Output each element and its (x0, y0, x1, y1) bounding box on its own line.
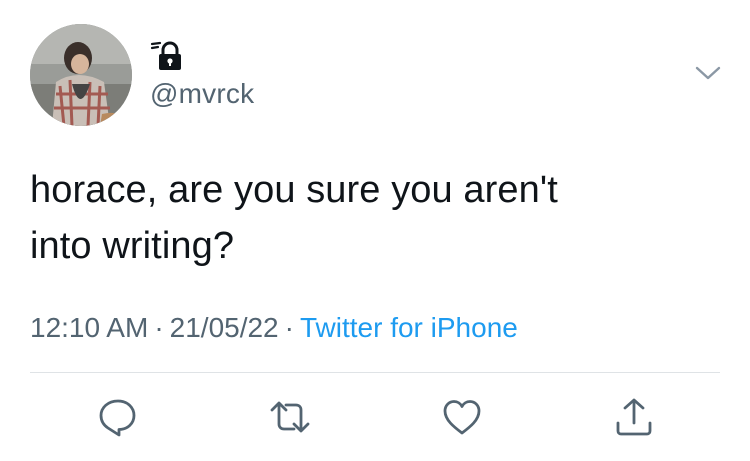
user-handle[interactable]: @mvrck (150, 78, 254, 110)
tweet-text-line: into writing? (30, 225, 235, 267)
tweet-date: 21/05/22 (169, 312, 279, 343)
tweet-text-line: horace, are you sure you aren't (30, 169, 558, 211)
tweet-source-link[interactable]: Twitter for iPhone (300, 312, 518, 343)
tweet-text: horace, are you sure you aren't into wri… (30, 162, 720, 274)
like-icon[interactable] (440, 395, 484, 439)
meta-separator: · (284, 312, 294, 343)
chevron-down-icon[interactable] (694, 62, 722, 84)
tweet-meta: 12:10 AM · 21/05/22 · Twitter for iPhone (30, 312, 518, 344)
tweet-card: @mvrck horace, are you sure you aren't i… (0, 0, 750, 461)
share-icon[interactable] (612, 395, 656, 439)
avatar[interactable] (30, 24, 132, 126)
lock-icon (148, 40, 184, 74)
retweet-icon[interactable] (268, 395, 312, 439)
tweet-time: 12:10 AM (30, 312, 149, 343)
reply-icon[interactable] (96, 395, 140, 439)
meta-separator: · (154, 312, 164, 343)
divider (30, 372, 720, 373)
